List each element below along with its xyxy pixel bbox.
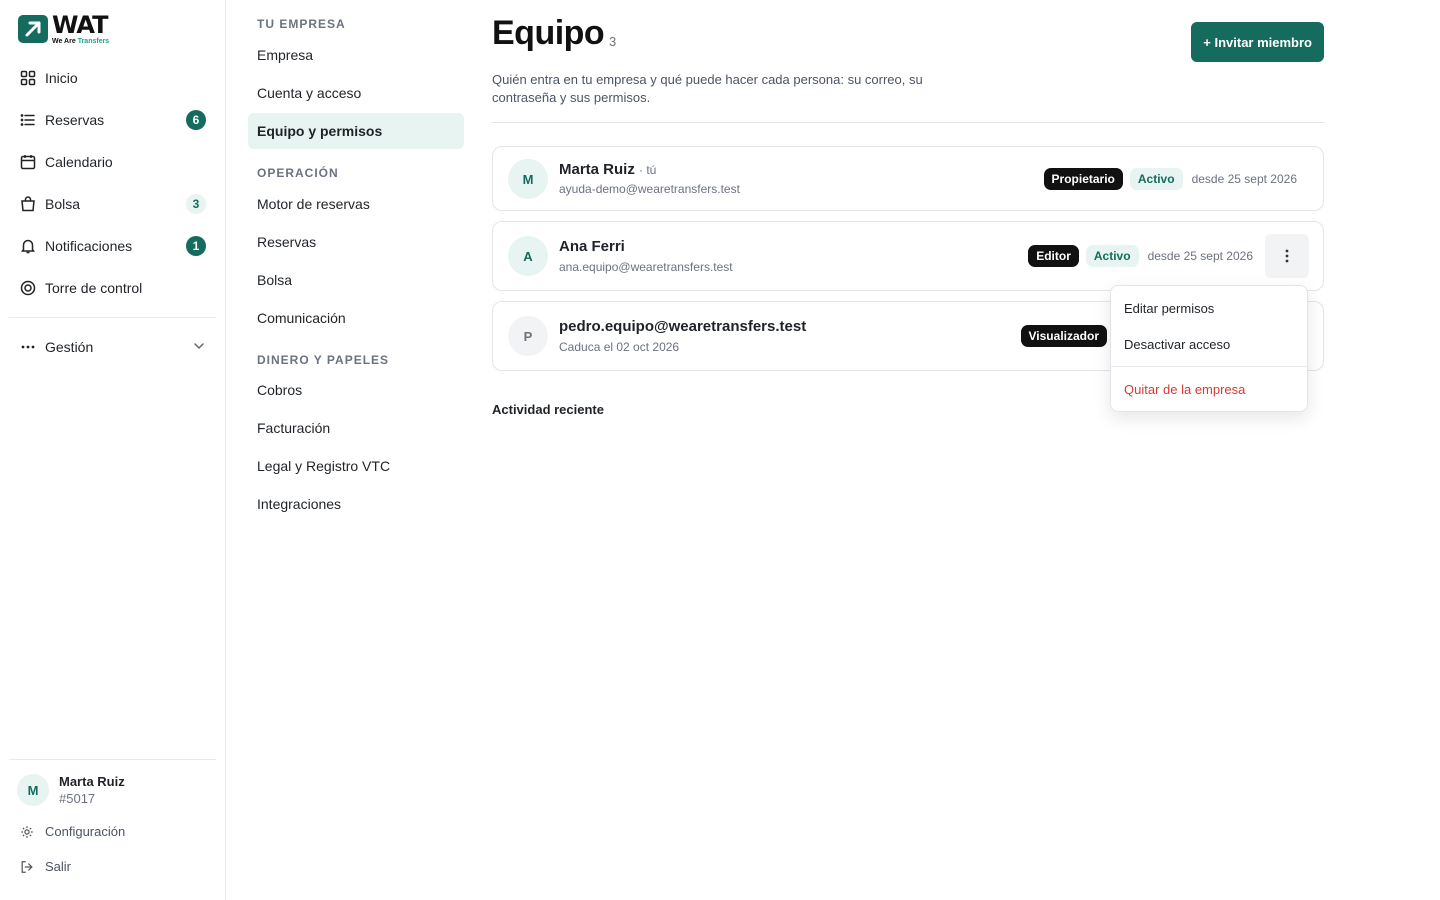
avatar: A — [508, 236, 548, 276]
nav-label: Inicio — [45, 70, 78, 86]
user-profile[interactable]: M Marta Ruiz #5017 — [9, 760, 216, 814]
sidebar-footer: M Marta Ruiz #5017 Configuración Salir — [9, 759, 216, 884]
nav-item-gestion[interactable]: Gestión — [9, 326, 216, 368]
subnav-item-cuenta-acceso[interactable]: Cuenta y acceso — [248, 75, 464, 111]
menu-deactivate-access[interactable]: Desactivar acceso — [1111, 326, 1307, 362]
user-name: Marta Ruiz — [59, 774, 125, 789]
dots-icon — [19, 338, 37, 356]
status-badge: Activo — [1085, 245, 1139, 267]
role-badge: Propietario — [1043, 168, 1123, 190]
member-email: ayuda-demo@wearetransfers.test — [559, 182, 740, 196]
nav-label: Torre de control — [45, 280, 143, 296]
subnav-item-empresa[interactable]: Empresa — [248, 37, 464, 73]
nav-item-inicio[interactable]: Inicio — [9, 57, 216, 99]
settings-link[interactable]: Configuración — [9, 814, 216, 849]
role-badge: Editor — [1028, 245, 1079, 267]
nav-label: Gestión — [45, 339, 94, 355]
logout-icon — [19, 859, 35, 875]
member-options-menu: Editar permisos Desactivar acceso Quitar… — [1110, 285, 1308, 412]
page-description: Quién entra en tu empresa y qué puede ha… — [492, 72, 923, 105]
bag-icon — [19, 195, 37, 213]
subnav-heading: OPERACIÓN — [257, 166, 339, 180]
count-badge: 3 — [186, 194, 206, 214]
nav-divider — [9, 317, 216, 318]
subnav-item-integraciones[interactable]: Integraciones — [248, 486, 464, 522]
subnav-heading: TU EMPRESA — [257, 17, 346, 31]
subnav-item-comunicacion[interactable]: Comunicación — [248, 300, 464, 336]
member-name: pedro.equipo@wearetransfers.test — [559, 318, 807, 335]
subnav-item-cobros[interactable]: Cobros — [248, 372, 464, 408]
settings-label: Configuración — [45, 824, 126, 839]
member-count: 3 — [609, 34, 617, 49]
menu-remove-from-company[interactable]: Quitar de la empresa — [1111, 371, 1307, 407]
nav-item-notificaciones[interactable]: Notificaciones 1 — [9, 225, 216, 267]
invite-member-button[interactable]: + Invitar miembro — [1191, 22, 1324, 62]
user-id: #5017 — [59, 791, 96, 806]
avatar: M — [17, 774, 49, 806]
more-options-button[interactable] — [1265, 234, 1309, 278]
activity-title: Actividad reciente — [492, 402, 604, 417]
menu-edit-permissions[interactable]: Editar permisos — [1111, 290, 1307, 326]
nav-item-bolsa[interactable]: Bolsa 3 — [9, 183, 216, 225]
kebab-icon — [1285, 249, 1289, 263]
subnav-item-facturacion[interactable]: Facturación — [248, 410, 464, 446]
logout-label: Salir — [45, 859, 72, 874]
primary-nav: Inicio Reservas 6 Calendario Bolsa 3 Not… — [9, 57, 216, 368]
brand-logo[interactable]: WAT We Are Transfers — [18, 13, 109, 45]
member-since: desde 25 sept 2026 — [1191, 172, 1297, 186]
subnav-item-equipo-permisos[interactable]: Equipo y permisos — [248, 113, 464, 149]
page-header: Equipo 3 Quién entra en tu empresa y qué… — [492, 0, 1324, 123]
target-icon — [19, 279, 37, 297]
main-content: Equipo 3 Quién entra en tu empresa y qué… — [492, 0, 1324, 417]
count-badge: 6 — [186, 110, 206, 130]
nav-label: Notificaciones — [45, 238, 133, 254]
main-sidebar: WAT We Are Transfers Inicio Reservas 6 C… — [0, 0, 226, 900]
member-name: Marta Ruiz · tú — [559, 161, 657, 178]
logo-arrow-icon — [18, 15, 48, 43]
member-name: Ana Ferri — [559, 238, 625, 255]
member-card: A Ana Ferri ana.equipo@wearetransfers.te… — [492, 221, 1324, 291]
logo-word: WAT — [52, 11, 108, 39]
list-icon — [19, 111, 37, 129]
nav-label: Bolsa — [45, 196, 81, 212]
subnav-item-reservas[interactable]: Reservas — [248, 224, 464, 260]
nav-label: Reservas — [45, 112, 105, 128]
logout-link[interactable]: Salir — [9, 849, 216, 884]
subnav-heading: DINERO Y PAPELES — [257, 353, 390, 367]
grid-icon — [19, 69, 37, 87]
member-email: ana.equipo@wearetransfers.test — [559, 260, 733, 274]
avatar: M — [508, 159, 548, 199]
subnav-item-bolsa[interactable]: Bolsa — [248, 262, 464, 298]
subnav-item-motor-reservas[interactable]: Motor de reservas — [248, 186, 464, 222]
nav-label: Calendario — [45, 154, 113, 170]
member-card: M Marta Ruiz · tú ayuda-demo@wearetransf… — [492, 146, 1324, 211]
chevron-down-icon[interactable] — [192, 339, 206, 356]
you-indicator: · tú — [639, 163, 657, 177]
menu-divider — [1111, 366, 1307, 367]
calendar-icon — [19, 153, 37, 171]
subnav-item-legal-vtc[interactable]: Legal y Registro VTC — [248, 448, 464, 484]
invite-expiry: Caduca el 02 oct 2026 — [559, 340, 680, 354]
status-badge: Activo — [1129, 168, 1183, 190]
nav-item-calendario[interactable]: Calendario — [9, 141, 216, 183]
role-badge: Visualizador — [1020, 325, 1107, 347]
member-since: desde 25 sept 2026 — [1147, 249, 1253, 263]
avatar: P — [508, 316, 548, 356]
logo-tagline: We Are Transfers — [52, 38, 110, 45]
nav-item-torre-de-control[interactable]: Torre de control — [9, 267, 216, 309]
bell-icon — [19, 237, 37, 255]
count-badge: 1 — [186, 236, 206, 256]
gear-icon — [19, 824, 35, 840]
page-title: Equipo — [492, 14, 605, 52]
nav-item-reservas[interactable]: Reservas 6 — [9, 99, 216, 141]
